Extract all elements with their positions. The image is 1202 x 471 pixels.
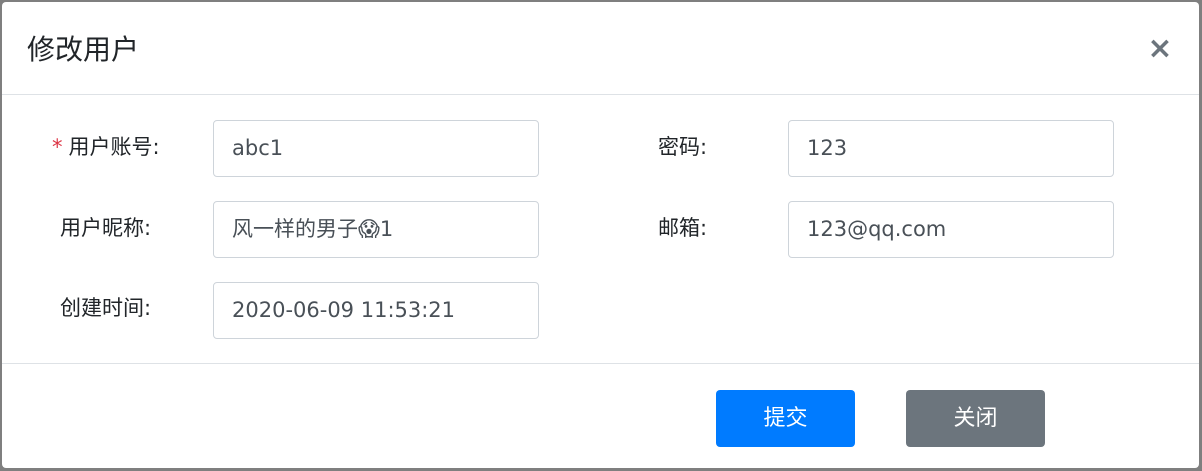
close-icon[interactable]: × [1147,32,1173,66]
account-label-text: 用户账号: [68,135,160,159]
close-button[interactable]: 关闭 [906,390,1045,447]
edit-user-dialog: 修改用户 × * 用户账号: abc1 密码: 123 用户昵称: 风一样的男子😱… [2,2,1199,468]
email-input[interactable]: 123@qq.com [788,201,1114,258]
created-time-label: 创建时间: [60,296,152,320]
account-label: * 用户账号: [52,132,160,162]
dialog-header: 修改用户 × [2,2,1199,95]
nickname-label: 用户昵称: [60,216,152,240]
nickname-input[interactable]: 风一样的男子😱1 [213,201,539,258]
account-input[interactable]: abc1 [213,120,539,177]
dialog-title: 修改用户 [27,33,140,66]
dialog-footer: 提交 关闭 [2,363,1199,468]
email-label: 邮箱: [658,216,708,240]
password-input[interactable]: 123 [788,120,1114,177]
submit-button[interactable]: 提交 [716,390,855,447]
required-mark: * [52,135,63,159]
password-label: 密码: [658,135,708,159]
created-time-input[interactable]: 2020-06-09 11:53:21 [213,282,539,339]
